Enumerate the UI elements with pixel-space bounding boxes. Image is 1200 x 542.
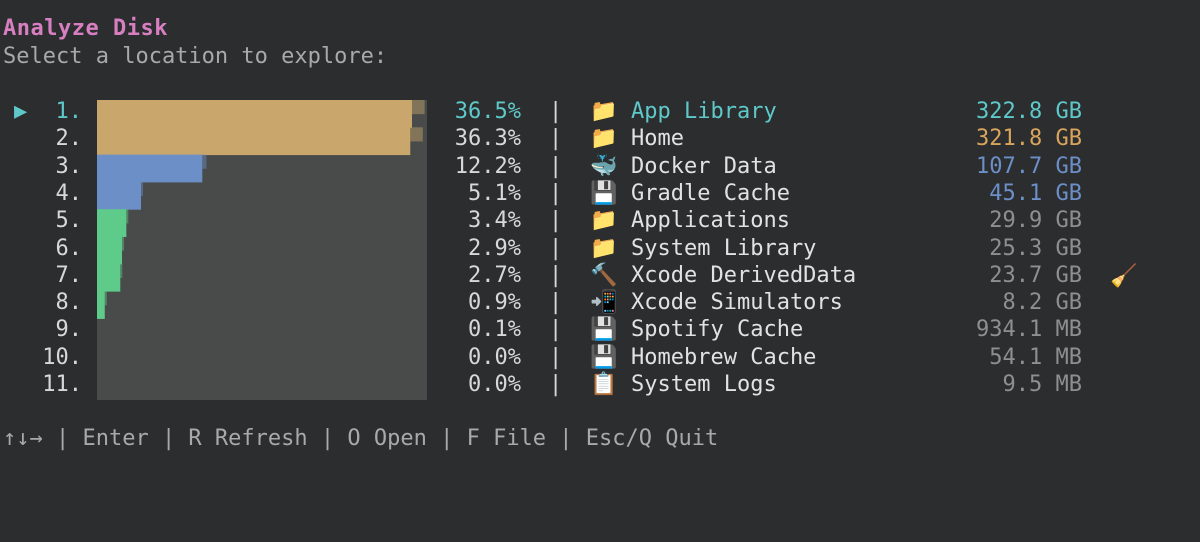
list-item-percent: 5.1% xyxy=(468,180,521,206)
list-item-size: 25.3 GB xyxy=(989,235,1082,261)
list-item-size: 45.1 GB xyxy=(989,180,1082,206)
whale-icon: 🐳 xyxy=(590,153,618,179)
column-separator: | xyxy=(549,126,563,152)
list-item-name: Home xyxy=(631,126,684,152)
list-item-size: 322.8 GB xyxy=(976,99,1082,124)
list-item-name: Spotify Cache xyxy=(631,317,804,343)
list-item-name: Applications xyxy=(631,208,790,234)
list-item[interactable]: 9. 0.1% | 💾 Spotify Cache 934.1 MB xyxy=(0,317,1200,344)
clipboard-icon: 📋 xyxy=(590,372,618,397)
list-item-percent: 3.4% xyxy=(468,208,521,234)
list-item-percent: 36.3% xyxy=(454,126,521,152)
phone-arrow-icon: 📲 xyxy=(590,290,618,316)
list-item-percent: 0.1% xyxy=(468,317,521,343)
list-item[interactable]: 4. 5.1% | 💾 Gradle Cache 45.1 GB xyxy=(0,181,1200,208)
list-item-percent: 0.9% xyxy=(468,290,521,316)
column-separator: | xyxy=(549,208,563,234)
column-separator: | xyxy=(549,317,563,343)
list-item-name: Homebrew Cache xyxy=(631,344,817,370)
list-item-size: 934.1 MB xyxy=(976,317,1082,343)
folder-icon: 📁 xyxy=(590,126,618,152)
list-item-size: 54.1 MB xyxy=(989,344,1082,370)
list-item[interactable]: ▶ 1. 36.5% | 📁 App Library 322.8 GB xyxy=(0,99,1200,126)
list-item[interactable]: 11. 0.0% | 📋 System Logs 9.5 MB xyxy=(0,372,1200,399)
folder-icon: 📁 xyxy=(590,208,618,234)
list-item-index: 11. xyxy=(42,372,82,397)
column-separator: | xyxy=(549,290,563,316)
list-item-size: 321.8 GB xyxy=(976,126,1082,152)
list-item-name: Xcode Simulators xyxy=(631,290,843,316)
column-separator: | xyxy=(549,372,563,397)
list-item-index: 5. xyxy=(55,208,83,234)
list-item-size: 9.5 MB xyxy=(1002,372,1082,397)
list-item[interactable]: 5. 3.4% | 📁 Applications 29.9 GB xyxy=(0,208,1200,235)
list-item-percent: 2.7% xyxy=(468,262,521,288)
floppy-disk-icon: 💾 xyxy=(590,344,618,370)
list-item[interactable]: 8. 0.9% | 📲 Xcode Simulators 8.2 GB xyxy=(0,290,1200,317)
column-separator: | xyxy=(549,344,563,370)
column-separator: | xyxy=(549,235,563,261)
list-item-index: 7. xyxy=(55,262,83,288)
list-item-size: 107.7 GB xyxy=(976,153,1082,179)
list-item-index: 10. xyxy=(42,344,82,370)
hammer-icon: 🔨 xyxy=(590,262,618,288)
folder-icon: 📁 xyxy=(590,99,618,124)
column-separator: | xyxy=(549,99,563,124)
floppy-disk-icon: 💾 xyxy=(590,317,618,343)
column-separator: | xyxy=(549,262,563,288)
column-separator: | xyxy=(549,180,563,206)
floppy-disk-icon: 💾 xyxy=(590,180,618,206)
list-item-name: System Library xyxy=(631,235,817,261)
list-item-name: System Logs xyxy=(631,372,777,397)
list-item-percent: 0.0% xyxy=(468,372,521,397)
list-item-size: 23.7 GB xyxy=(989,262,1082,288)
list-item-index: 1. xyxy=(55,99,83,124)
list-item-index: 9. xyxy=(55,317,83,343)
list-item-percent: 12.2% xyxy=(454,153,521,179)
page-subtitle: Select a location to explore: xyxy=(3,44,388,69)
list-item-name: Xcode DerivedData xyxy=(631,262,857,288)
footer-keybindings: ↑↓→ | Enter | R Refresh | O Open | F Fil… xyxy=(3,426,719,451)
list-item[interactable]: 7. 2.7% | 🔨 Xcode DerivedData 23.7 GB xyxy=(0,263,1200,290)
list-item-percent: 2.9% xyxy=(468,235,521,261)
list-item-index: 2. xyxy=(55,126,83,152)
list-item[interactable]: 10. 0.0% | 💾 Homebrew Cache 54.1 MB xyxy=(0,345,1200,372)
list-item-name: App Library xyxy=(631,99,777,124)
list-item-size: 29.9 GB xyxy=(989,208,1082,234)
list-item-index: 4. xyxy=(55,180,83,206)
list-item[interactable]: 3. 12.2% | 🐳 Docker Data 107.7 GB xyxy=(0,154,1200,181)
list-item-index: 3. xyxy=(55,153,83,179)
page-title: Analyze Disk xyxy=(3,16,168,41)
list-item-name: Gradle Cache xyxy=(631,180,790,206)
list-item[interactable]: 2. 36.3% | 📁 Home 321.8 GB xyxy=(0,126,1200,153)
column-separator: | xyxy=(549,153,563,179)
list-item-index: 6. xyxy=(55,235,83,261)
list-item-index: 8. xyxy=(55,290,83,316)
list-item[interactable]: 6. 2.9% | 📁 System Library 25.3 GB xyxy=(0,236,1200,263)
list-item-name: Docker Data xyxy=(631,153,777,179)
folder-icon: 📁 xyxy=(590,235,618,261)
broom-icon[interactable]: 🧹 xyxy=(1110,264,1137,289)
list-item-percent: 36.5% xyxy=(454,99,521,124)
list-item-size: 8.2 GB xyxy=(1002,290,1082,316)
list-item-percent: 0.0% xyxy=(468,344,521,370)
